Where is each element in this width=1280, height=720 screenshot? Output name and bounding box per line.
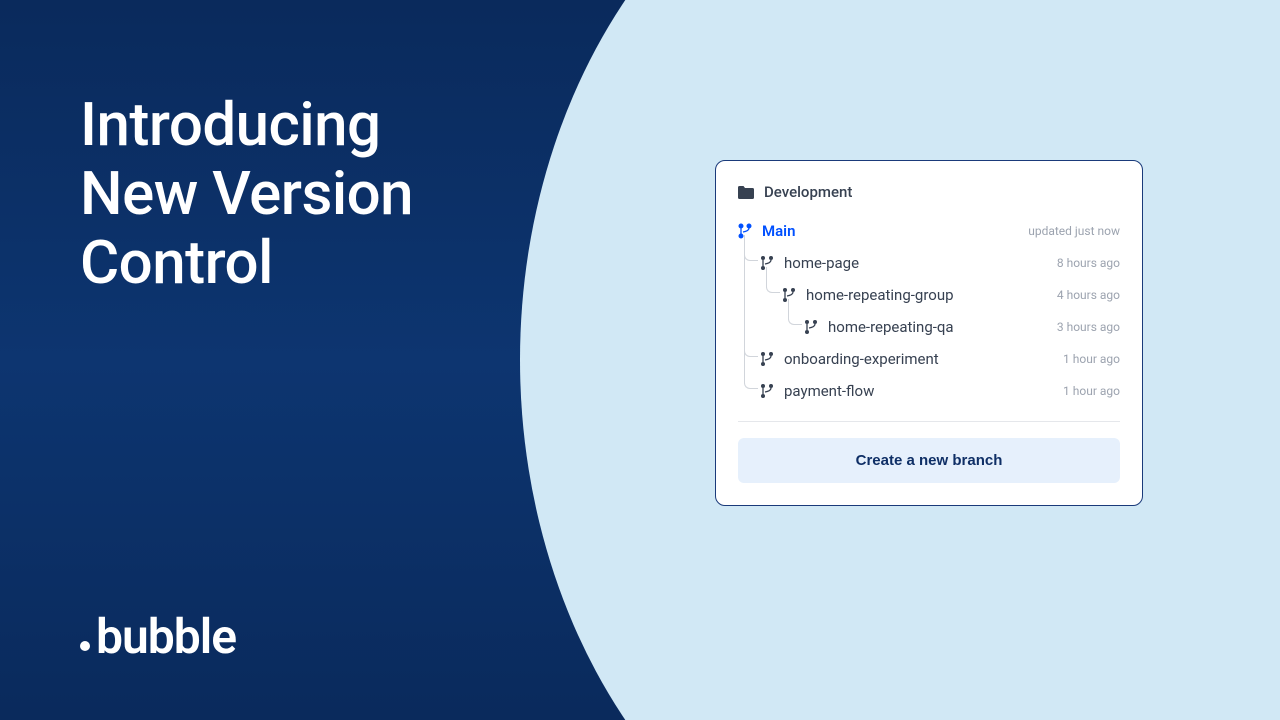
section-header: Development (738, 183, 1120, 201)
section-label: Development (764, 183, 852, 201)
branch-icon (804, 319, 818, 335)
branch-name: home-repeating-group (806, 286, 954, 304)
branch-row[interactable]: home-page 8 hours ago (738, 247, 1120, 279)
branch-row[interactable]: home-repeating-group 4 hours ago (738, 279, 1120, 311)
create-branch-button[interactable]: Create a new branch (738, 438, 1120, 483)
branch-icon (760, 351, 774, 367)
branch-icon (782, 287, 796, 303)
background-curve (520, 0, 680, 720)
headline-line: Control (80, 228, 413, 297)
divider (738, 421, 1120, 422)
branch-time: 1 hour ago (1063, 384, 1120, 398)
branch-panel: Development Main updated just now (715, 160, 1143, 506)
branch-name: Main (762, 222, 795, 240)
branch-row[interactable]: home-repeating-qa 3 hours ago (738, 311, 1120, 343)
folder-icon (738, 186, 754, 199)
brand-logo: bubble (80, 608, 236, 665)
branch-time: 4 hours ago (1057, 288, 1120, 302)
branch-name: payment-flow (784, 382, 874, 400)
branch-name: home-page (784, 254, 859, 272)
branch-row[interactable]: onboarding-experiment 1 hour ago (738, 343, 1120, 375)
brand-dot-icon (80, 641, 90, 651)
branch-name: home-repeating-qa (828, 318, 954, 336)
branch-icon (760, 383, 774, 399)
headline: Introducing New Version Control (80, 90, 413, 297)
headline-line: Introducing (80, 90, 413, 159)
branch-time: 1 hour ago (1063, 352, 1120, 366)
branch-main[interactable]: Main updated just now (738, 215, 1120, 247)
branch-name: onboarding-experiment (784, 350, 939, 368)
branch-row[interactable]: payment-flow 1 hour ago (738, 375, 1120, 407)
brand-text: bubble (96, 608, 236, 665)
branch-time: 3 hours ago (1057, 320, 1120, 334)
headline-line: New Version (80, 159, 413, 228)
branch-time: updated just now (1028, 224, 1120, 238)
branch-icon (760, 255, 774, 271)
branch-time: 8 hours ago (1057, 256, 1120, 270)
